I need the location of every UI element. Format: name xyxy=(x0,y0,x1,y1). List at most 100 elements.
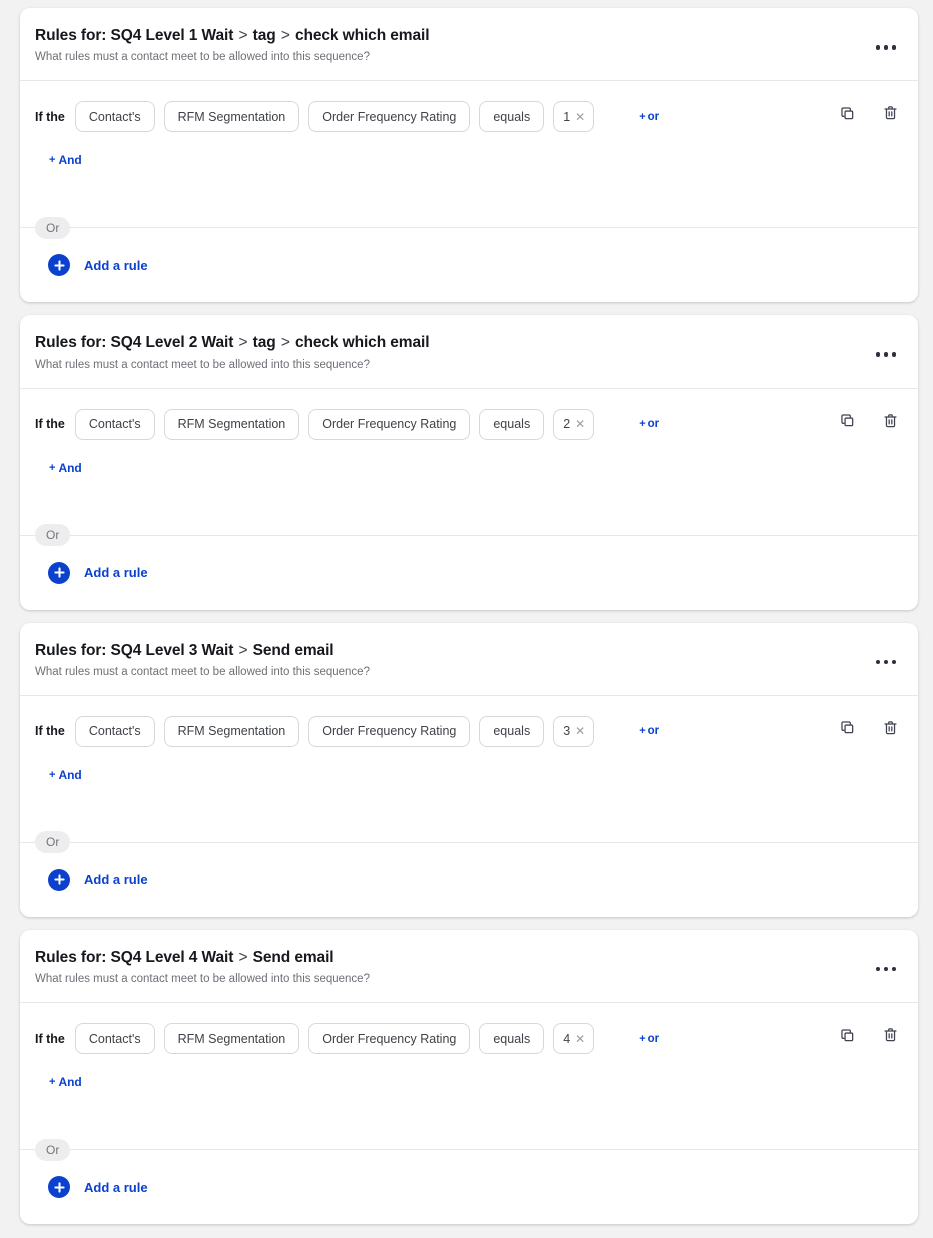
or-badge: Or xyxy=(35,524,71,547)
subject-select[interactable]: Contact's xyxy=(74,101,155,133)
add-or-condition-label: or xyxy=(647,110,660,123)
card-subtitle: What rules must a contact meet to be all… xyxy=(35,973,370,986)
attribute-select[interactable]: Order Frequency Rating xyxy=(308,1023,471,1055)
trash-icon[interactable] xyxy=(880,411,900,431)
value-chip[interactable]: 1 ✕ xyxy=(553,101,595,133)
remove-value-icon[interactable]: ✕ xyxy=(575,1033,585,1045)
attribute-select[interactable]: Order Frequency Rating xyxy=(308,101,471,133)
dot xyxy=(875,352,880,357)
remove-value-icon[interactable]: ✕ xyxy=(575,725,585,737)
add-rule-button[interactable]: Add a rule xyxy=(35,843,148,917)
plus-icon: + xyxy=(639,418,646,431)
duplicate-icon[interactable] xyxy=(837,718,857,738)
card-header: Rules for: SQ4 Level 2 Wait > tag > chec… xyxy=(20,315,918,389)
card-body: If the Contact's RFM Segmentation Order Fre… xyxy=(20,1003,918,1224)
more-horizontal-icon[interactable] xyxy=(866,957,901,978)
operator-select[interactable]: equals xyxy=(479,408,545,440)
dot xyxy=(883,966,888,972)
card-header-text: Rules for: SQ4 Level 3 Wait > Send email… xyxy=(35,640,370,680)
attribute-select[interactable]: Order Frequency Rating xyxy=(308,715,471,747)
if-the-label: If the xyxy=(35,1031,65,1046)
duplicate-icon[interactable] xyxy=(837,1025,857,1045)
page-title: Rules for: SQ4 Level 1 Wait > tag > chec… xyxy=(35,26,430,45)
attribute-select[interactable]: Order Frequency Rating xyxy=(308,408,471,440)
add-rule-label: Add a rule xyxy=(84,565,148,581)
value-chip[interactable]: 2 ✕ xyxy=(553,408,595,440)
title-prefix: Rules for: xyxy=(35,334,111,352)
remove-value-icon[interactable]: ✕ xyxy=(575,418,585,430)
value-chip[interactable]: 4 ✕ xyxy=(553,1023,595,1055)
plus-icon: + xyxy=(639,1032,646,1045)
add-rule-button[interactable]: Add a rule xyxy=(35,536,148,610)
operator-select[interactable]: equals xyxy=(479,715,545,747)
operator-select[interactable]: equals xyxy=(479,1023,545,1055)
field-select[interactable]: RFM Segmentation xyxy=(163,715,300,747)
duplicate-icon[interactable] xyxy=(837,103,857,123)
title-segment: tag xyxy=(252,334,276,352)
rule-block: If the Contact's RFM Segmentation Order Fre… xyxy=(35,1003,900,1090)
rules-card: Rules for: SQ4 Level 1 Wait > tag > chec… xyxy=(20,8,918,303)
rule-left: If the Contact's RFM Segmentation Order Fre… xyxy=(35,1023,823,1090)
rule-left: If the Contact's RFM Segmentation Order Fre… xyxy=(35,408,823,476)
page-title: Rules for: SQ4 Level 3 Wait > Send email xyxy=(35,641,370,660)
subject-select[interactable]: Contact's xyxy=(74,715,155,747)
operator-select[interactable]: equals xyxy=(479,101,545,133)
value-chip[interactable]: 3 ✕ xyxy=(553,715,595,747)
more-horizontal-icon[interactable] xyxy=(866,342,901,363)
plus-icon: + xyxy=(49,461,56,474)
or-divider: Or xyxy=(20,216,918,239)
card-header: Rules for: SQ4 Level 4 Wait > Send email… xyxy=(20,930,918,1004)
or-badge: Or xyxy=(35,831,71,854)
page-title: Rules for: SQ4 Level 2 Wait > tag > chec… xyxy=(35,333,430,352)
trash-icon[interactable] xyxy=(880,103,900,123)
add-or-condition-link[interactable]: + or xyxy=(639,725,659,737)
value-text: 1 xyxy=(563,109,571,124)
plus-icon: + xyxy=(49,154,56,167)
rule-actions xyxy=(837,101,900,123)
add-and-condition-label: And xyxy=(58,1075,82,1090)
title-segment: check which email xyxy=(294,27,430,44)
title-segment: SQ4 Level 4 Wait xyxy=(110,948,234,966)
add-rule-button[interactable]: Add a rule xyxy=(35,1150,148,1224)
remove-value-icon[interactable]: ✕ xyxy=(575,111,585,123)
card-body: If the Contact's RFM Segmentation Order Fre… xyxy=(20,696,918,917)
if-the-label: If the xyxy=(35,109,65,124)
plus-circle-icon xyxy=(48,561,70,584)
title-segment: Send email xyxy=(252,948,334,966)
add-and-condition-link[interactable]: + And xyxy=(49,461,82,475)
rule-block: If the Contact's RFM Segmentation Order Fre… xyxy=(35,696,900,783)
field-select[interactable]: RFM Segmentation xyxy=(163,1023,300,1055)
add-and-condition-link[interactable]: + And xyxy=(49,768,82,782)
field-select[interactable]: RFM Segmentation xyxy=(163,101,300,133)
rule-block: If the Contact's RFM Segmentation Order Fre… xyxy=(35,389,900,476)
plus-icon: + xyxy=(49,1076,56,1089)
dot xyxy=(891,45,896,50)
add-or-condition-link[interactable]: + or xyxy=(639,418,659,430)
dot xyxy=(875,45,880,50)
add-or-condition-link[interactable]: + or xyxy=(639,111,659,123)
rules-card: Rules for: SQ4 Level 4 Wait > Send email… xyxy=(20,929,918,1225)
more-horizontal-icon[interactable] xyxy=(866,35,901,56)
or-badge: Or xyxy=(35,1138,71,1161)
field-select[interactable]: RFM Segmentation xyxy=(163,408,300,440)
subject-select[interactable]: Contact's xyxy=(74,408,155,440)
rules-card: Rules for: SQ4 Level 3 Wait > Send email… xyxy=(20,622,918,917)
rule-actions xyxy=(837,1023,900,1045)
add-and-condition-link[interactable]: + And xyxy=(49,1075,82,1089)
add-and-condition-link[interactable]: + And xyxy=(49,153,82,167)
subject-select[interactable]: Contact's xyxy=(74,1023,155,1055)
add-rule-label: Add a rule xyxy=(84,872,148,888)
trash-icon[interactable] xyxy=(880,718,900,738)
if-the-label: If the xyxy=(35,417,65,432)
value-text: 3 xyxy=(563,724,571,739)
dot xyxy=(891,659,896,665)
title-prefix: Rules for: xyxy=(35,641,111,659)
more-horizontal-icon[interactable] xyxy=(866,650,901,671)
trash-icon[interactable] xyxy=(880,1025,900,1045)
title-prefix: Rules for: xyxy=(35,948,111,966)
add-or-condition-link[interactable]: + or xyxy=(639,1033,659,1045)
add-rule-button[interactable]: Add a rule xyxy=(35,228,148,302)
or-divider: Or xyxy=(20,1138,918,1161)
duplicate-icon[interactable] xyxy=(837,411,857,431)
card-header: Rules for: SQ4 Level 1 Wait > tag > chec… xyxy=(20,8,918,82)
